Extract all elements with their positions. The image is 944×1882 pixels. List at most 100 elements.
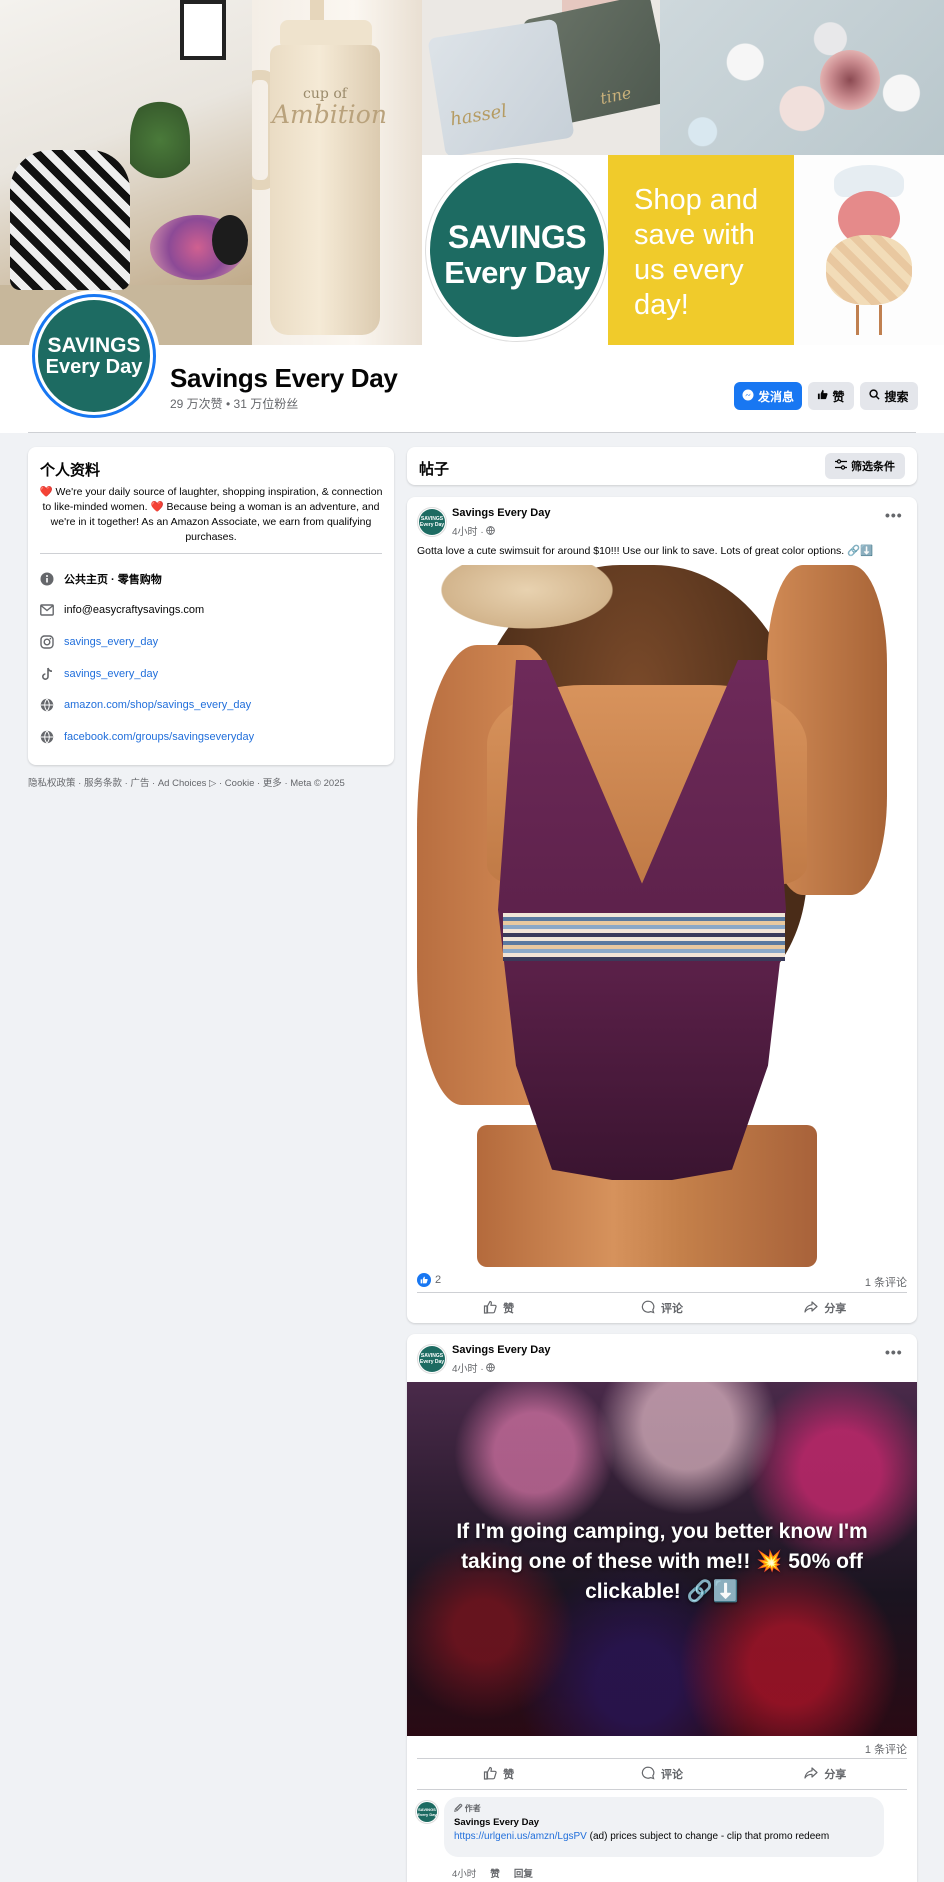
like-reaction-icon — [417, 1273, 431, 1287]
share-icon — [804, 1766, 818, 1783]
reaction-summary[interactable]: 2 — [417, 1273, 441, 1287]
thumbs-up-icon — [483, 1766, 497, 1783]
info-icon — [40, 572, 54, 586]
brand-logo: SAVINGS Every Day — [426, 159, 608, 341]
comment-time[interactable]: 4小时 — [452, 1866, 476, 1880]
info-row-tiktok[interactable]: savings_every_day — [40, 665, 158, 683]
filter-icon — [835, 459, 847, 473]
bird-body — [826, 235, 912, 305]
cover-photo[interactable]: cup of Ambition hassel tine SAVINGS Ever… — [0, 0, 944, 345]
comment-avatar-logo: SAVINGS Every Day — [417, 1802, 437, 1822]
comment-link[interactable]: https://urlgeni.us/amzn/LgsPV — [454, 1831, 587, 1842]
post-avatar-logo-line-2: Every Day — [419, 1359, 445, 1365]
comment-meta: 4小时 赞 回复 — [452, 1866, 533, 1880]
info-group-link[interactable]: facebook.com/groups/savingseveryday — [64, 731, 254, 743]
avatar-logo: SAVINGS Every Day — [38, 300, 150, 412]
comment-icon — [641, 1766, 655, 1783]
page-header: cup of Ambition hassel tine SAVINGS Ever… — [0, 0, 944, 433]
share-button[interactable]: 分享 — [744, 1761, 907, 1787]
cover-logo-tile: SAVINGS Every Day — [422, 155, 608, 345]
search-icon — [869, 389, 881, 403]
like-button-label: 赞 — [503, 1303, 515, 1315]
author-badge: 🖉 作者 — [454, 1804, 481, 1813]
more-options-icon[interactable]: ••• — [885, 1344, 903, 1360]
cover-tumbler-photo: cup of Ambition — [252, 0, 422, 345]
post-author-name[interactable]: Savings Every Day — [452, 1344, 550, 1356]
post-author-avatar[interactable]: SAVINGS Every Day — [417, 1344, 447, 1374]
footer-links[interactable]: 隐私权政策 · 服务条款 · 广告 · Ad Choices ▷ · Cooki… — [28, 775, 394, 789]
info-amazon-link[interactable]: amazon.com/shop/savings_every_day — [64, 699, 251, 711]
filter-button[interactable]: 筛选条件 — [825, 453, 905, 479]
comments-divider — [417, 1789, 907, 1790]
more-options-icon[interactable]: ••• — [885, 507, 903, 523]
post-avatar-logo: SAVINGS Every Day — [419, 509, 445, 535]
info-row-group[interactable]: facebook.com/groups/savingseveryday — [40, 728, 254, 746]
comment-reply-button[interactable]: 回复 — [514, 1866, 533, 1880]
globe-icon — [486, 526, 496, 538]
share-button-label: 分享 — [824, 1769, 847, 1781]
like-button-label: 赞 — [503, 1769, 515, 1781]
page-title: Savings Every Day — [170, 363, 398, 393]
post-author-avatar[interactable]: SAVINGS Every Day — [417, 507, 447, 537]
page-stats[interactable]: 29 万次赞 • 31 万位粉丝 — [170, 395, 298, 412]
post-author-name[interactable]: Savings Every Day — [452, 507, 550, 519]
message-button[interactable]: 发消息 — [734, 382, 802, 410]
post-timestamp[interactable]: 4小时 · — [452, 1360, 496, 1375]
like-count: 2 — [435, 1274, 442, 1286]
post-avatar-logo-line-2: Every Day — [419, 522, 445, 528]
plant — [130, 95, 190, 185]
like-button[interactable]: 赞 — [417, 1295, 580, 1321]
post-time-text: 4小时 · — [452, 527, 484, 538]
post-actions: 赞 评论 分享 — [417, 1295, 907, 1321]
search-button[interactable]: 搜索 — [860, 382, 918, 410]
info-email-text[interactable]: info@easycraftysavings.com — [64, 604, 204, 616]
share-button[interactable]: 分享 — [744, 1295, 907, 1321]
pouch-blue — [427, 18, 575, 155]
share-button-label: 分享 — [824, 1303, 847, 1315]
bird-legs — [856, 305, 882, 335]
comment-button[interactable]: 评论 — [580, 1295, 743, 1321]
tiktok-icon — [40, 667, 54, 681]
like-button[interactable]: 赞 — [417, 1761, 580, 1787]
swimsuit-band — [503, 913, 785, 961]
cover-room-photo — [0, 0, 252, 345]
comment-body: (ad) prices subject to change - clip tha… — [586, 1831, 830, 1842]
info-instagram-link[interactable]: savings_every_day — [64, 636, 158, 648]
comment-button-label: 评论 — [660, 1303, 683, 1315]
avatar-logo-line-1: SAVINGS — [47, 334, 141, 357]
post-actions-row: 赞 评论 分享 — [417, 1761, 907, 1787]
cover-bird-photo — [794, 155, 944, 345]
cover-slogan-tile: Shop and save with us every day! — [608, 155, 794, 345]
thumbs-up-icon — [817, 389, 829, 403]
thumbs-up-icon — [483, 1300, 497, 1317]
share-icon — [804, 1300, 818, 1317]
info-row-instagram[interactable]: savings_every_day — [40, 633, 158, 651]
message-button-label: 发消息 — [757, 389, 794, 404]
actions-divider — [417, 1292, 907, 1293]
post-image[interactable] — [407, 565, 917, 1267]
post-image[interactable]: If I'm going camping, you better know I'… — [407, 1382, 917, 1736]
info-row-email[interactable]: info@easycraftysavings.com — [40, 601, 204, 619]
comment-button[interactable]: 评论 — [580, 1761, 743, 1787]
like-page-button[interactable]: 赞 — [808, 382, 854, 410]
comment-author-name[interactable]: Savings Every Day — [454, 1817, 539, 1828]
comment-avatar-logo-line-2: Every Day — [417, 1812, 437, 1817]
messenger-icon — [742, 389, 754, 404]
intro-title: 个人资料 — [40, 462, 101, 479]
profile-avatar[interactable]: SAVINGS Every Day — [28, 290, 160, 422]
intro-bio: ❤️ We're your daily source of laughter, … — [39, 486, 383, 543]
intro-card: 个人资料 ❤️ We're your daily source of laugh… — [28, 447, 394, 765]
post-timestamp[interactable]: 4小时 · — [452, 523, 496, 538]
comment-count[interactable]: 1 条评论 — [865, 1274, 907, 1290]
filter-button-label: 筛选条件 — [851, 461, 895, 473]
info-tiktok-link[interactable]: savings_every_day — [64, 668, 158, 680]
like-page-label: 赞 — [832, 389, 845, 404]
header-divider — [28, 432, 916, 433]
avatar-ring: SAVINGS Every Day — [32, 294, 156, 418]
comment-like-button[interactable]: 赞 — [490, 1866, 500, 1880]
post-card: SAVINGS Every Day Savings Every Day 4小时 … — [407, 1334, 917, 1882]
info-row-amazon[interactable]: amazon.com/shop/savings_every_day — [40, 696, 251, 714]
comment-count[interactable]: 1 条评论 — [865, 1741, 907, 1757]
comment-author-avatar[interactable]: SAVINGS Every Day — [415, 1800, 439, 1824]
globe-icon — [40, 730, 54, 744]
